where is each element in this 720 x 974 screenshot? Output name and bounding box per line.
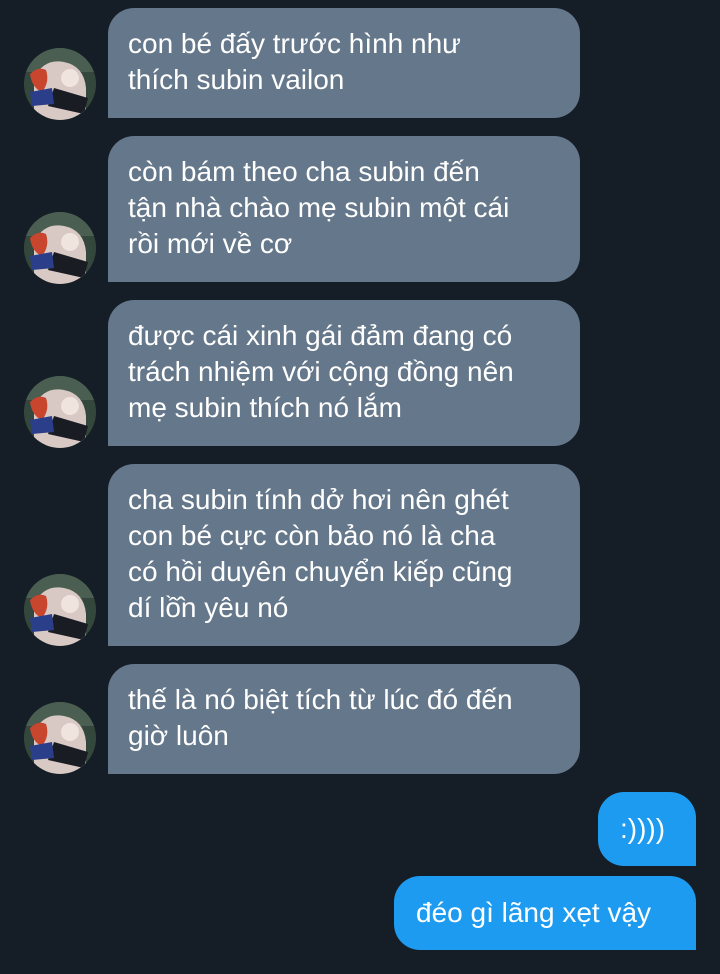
user-avatar-icon[interactable]	[24, 376, 96, 448]
incoming-message-bubble[interactable]: được cái xinh gái đảm đang có trách nhiệ…	[108, 300, 580, 446]
message-row-incoming: thế là nó biệt tích từ lúc đó đến giờ lu…	[0, 664, 720, 776]
message-row-outgoing: :))))	[0, 792, 720, 868]
incoming-message-bubble[interactable]: con bé đấy trước hình như thích subin va…	[108, 8, 580, 118]
user-avatar-icon[interactable]	[24, 574, 96, 646]
message-text-line: thế là nó biệt tích từ lúc đó đến	[128, 684, 513, 715]
message-text-line: mẹ subin thích nó lắm	[128, 392, 402, 423]
message-text-line: con bé cực còn bảo nó là cha	[128, 520, 496, 551]
chat-thread: con bé đấy trước hình như thích subin va…	[0, 0, 720, 974]
outgoing-message-bubble[interactable]: đéo gì lãng xẹt vậy	[394, 876, 696, 950]
message-text-line: đéo gì lãng xẹt vậy	[416, 897, 652, 928]
message-text-line: còn bám theo cha subin đến	[128, 156, 480, 187]
message-row-incoming: còn bám theo cha subin đến tận nhà chào …	[0, 136, 720, 284]
message-text-line: thích subin vailon	[128, 64, 345, 95]
message-text-line: con bé đấy trước hình như	[128, 28, 461, 59]
incoming-message-bubble[interactable]: thế là nó biệt tích từ lúc đó đến giờ lu…	[108, 664, 580, 774]
user-avatar-icon[interactable]	[24, 48, 96, 120]
message-text-line: dí lồ̂n yêu nó	[128, 592, 289, 623]
message-text-line: :))))	[620, 813, 666, 844]
message-text-line: được cái xinh gái đảm đang có	[128, 320, 513, 351]
incoming-message-bubble[interactable]: cha subin tính dở hơi nên ghét con bé cự…	[108, 464, 580, 646]
incoming-message-bubble[interactable]: còn bám theo cha subin đến tận nhà chào …	[108, 136, 580, 282]
outgoing-message-bubble[interactable]: :))))	[598, 792, 696, 866]
message-text-line: tận nhà chào mẹ subin một cái	[128, 192, 510, 223]
message-row-outgoing: đéo gì lãng xẹt vậy	[0, 876, 720, 952]
message-text-line: rồi mới về cơ	[128, 228, 293, 259]
message-text-line: giờ luôn	[128, 720, 229, 751]
message-text-line: trách nhiệm với cộng đồng nên	[128, 356, 514, 387]
message-text-line: có hồi duyên chuyển kiếp cũng	[128, 556, 513, 587]
message-text-line: cha subin tính dở hơi nên ghét	[128, 484, 509, 515]
user-avatar-icon[interactable]	[24, 702, 96, 774]
message-row-incoming: được cái xinh gái đảm đang có trách nhiệ…	[0, 300, 720, 448]
user-avatar-icon[interactable]	[24, 212, 96, 284]
message-row-incoming: cha subin tính dở hơi nên ghét con bé cự…	[0, 464, 720, 648]
message-row-incoming: con bé đấy trước hình như thích subin va…	[0, 8, 720, 120]
